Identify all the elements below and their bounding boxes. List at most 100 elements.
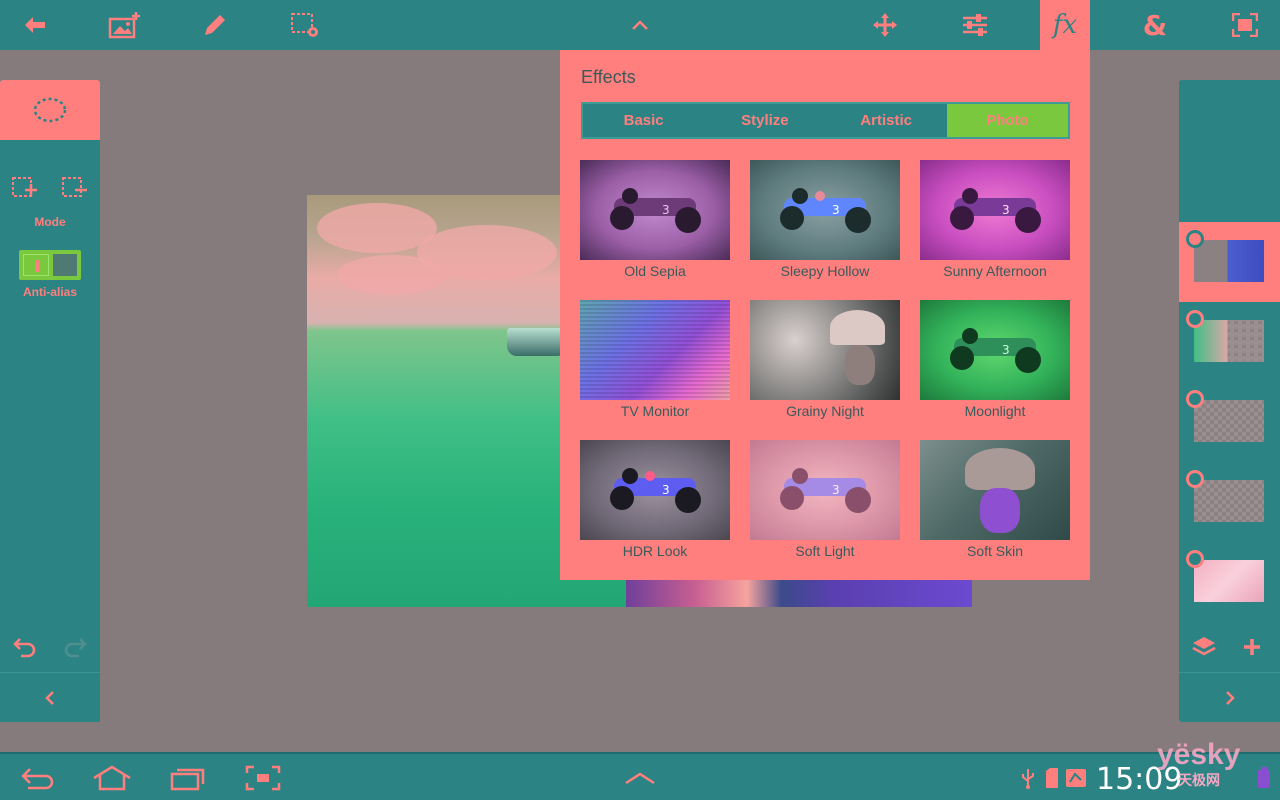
tab-stylize[interactable]: Stylize xyxy=(704,104,825,137)
battery-icon xyxy=(1254,754,1274,800)
subtract-selection-icon[interactable] xyxy=(60,172,90,202)
fit-screen-icon[interactable] xyxy=(1220,0,1270,50)
anti-alias-label: Anti-alias xyxy=(22,285,77,299)
ampersand-icon[interactable]: & xyxy=(1130,0,1180,50)
effect-preview: 3 xyxy=(580,160,730,260)
layer-item[interactable] xyxy=(1179,222,1280,302)
effect-old-sepia[interactable]: 3 Old Sepia xyxy=(580,160,730,279)
boat xyxy=(507,328,567,356)
effect-preview: 3 xyxy=(920,300,1070,400)
effect-preview xyxy=(580,300,730,400)
effect-hdr-look[interactable]: 3 HDR Look xyxy=(580,440,730,559)
system-chevron-up-icon[interactable] xyxy=(620,754,660,800)
collapse-left-panel-button[interactable] xyxy=(0,672,100,722)
fx-label: fx xyxy=(1052,10,1078,40)
layer-thumbnail xyxy=(1194,320,1264,362)
fx-icon[interactable]: fx xyxy=(1040,0,1090,50)
add-selection-icon[interactable] xyxy=(10,172,40,202)
effect-label: TV Monitor xyxy=(620,403,690,419)
effect-preview: 3 xyxy=(750,160,900,260)
layer-visibility-dot[interactable] xyxy=(1186,470,1204,488)
add-layer-icon[interactable] xyxy=(1237,632,1267,662)
canvas-second-layer[interactable] xyxy=(626,580,972,607)
move-icon[interactable] xyxy=(860,0,910,50)
mode-label: Mode xyxy=(34,215,66,229)
effect-label: Sunny Afternoon xyxy=(943,263,1047,279)
back-arrow-icon[interactable] xyxy=(10,0,60,50)
effect-sleepy-hollow[interactable]: 3 Sleepy Hollow xyxy=(750,160,900,279)
ampersand-label: & xyxy=(1142,8,1168,42)
layer-visibility-dot[interactable] xyxy=(1186,310,1204,328)
chevron-left-icon xyxy=(45,690,54,705)
layer-item[interactable] xyxy=(1179,542,1280,622)
effect-label: Sleepy Hollow xyxy=(780,263,870,279)
layer-thumbnail xyxy=(1194,240,1264,282)
effect-preview: 3 xyxy=(750,440,900,540)
effect-label: Moonlight xyxy=(964,403,1026,419)
sliders-icon[interactable] xyxy=(950,0,1000,50)
svg-text:3: 3 xyxy=(662,203,670,217)
effect-soft-skin[interactable]: Soft Skin xyxy=(920,440,1070,559)
add-image-icon[interactable] xyxy=(100,0,150,50)
svg-text:3: 3 xyxy=(1002,203,1010,217)
layer-item[interactable] xyxy=(1179,382,1280,462)
effect-sunny-afternoon[interactable]: 3 Sunny Afternoon xyxy=(920,160,1070,279)
effect-label: Old Sepia xyxy=(624,263,686,279)
effect-soft-light[interactable]: 3 Soft Light xyxy=(750,440,900,559)
chevron-right-icon xyxy=(1225,690,1235,705)
effect-label: Soft Skin xyxy=(966,543,1024,559)
svg-text:3: 3 xyxy=(662,483,670,497)
effect-tv-monitor[interactable]: TV Monitor xyxy=(580,300,730,419)
effects-panel: Effects Basic Stylize Artistic Photo 3 O… xyxy=(560,50,1090,580)
tab-artistic[interactable]: Artistic xyxy=(826,104,947,137)
sd-card-icon xyxy=(1042,754,1062,800)
effect-preview: 3 xyxy=(920,160,1070,260)
selection-settings-icon[interactable] xyxy=(280,0,330,50)
ellipse-select-icon xyxy=(33,97,67,123)
chevron-up-icon[interactable] xyxy=(615,0,665,50)
layer-thumbnail xyxy=(1194,400,1264,442)
undo-icon[interactable] xyxy=(10,632,40,662)
effect-label: Soft Light xyxy=(795,543,855,559)
layer-item[interactable] xyxy=(1179,302,1280,382)
tab-photo[interactable]: Photo xyxy=(946,104,1068,137)
watermark-subtitle: 天极网 xyxy=(1178,772,1220,788)
tab-basic[interactable]: Basic xyxy=(583,104,704,137)
effect-preview xyxy=(750,300,900,400)
toggle-off-knob xyxy=(53,254,77,276)
collapse-right-panel-button[interactable] xyxy=(1179,672,1280,722)
layer-thumbnail xyxy=(1194,560,1264,602)
effects-title: Effects xyxy=(581,67,636,87)
svg-text:3: 3 xyxy=(832,483,840,497)
selection-tool-panel: Mode Anti-alias xyxy=(0,80,100,722)
anti-alias-toggle[interactable] xyxy=(19,250,81,280)
toggle-on-knob xyxy=(23,254,49,276)
ellipse-select-button[interactable] xyxy=(0,80,100,140)
effect-label: HDR Look xyxy=(622,543,688,559)
layer-item[interactable] xyxy=(1179,462,1280,542)
effect-grainy-night[interactable]: Grainy Night xyxy=(750,300,900,419)
effect-moonlight[interactable]: 3 Moonlight xyxy=(920,300,1070,419)
system-back-icon[interactable] xyxy=(18,754,58,800)
layer-visibility-dot[interactable] xyxy=(1186,550,1204,568)
redo-icon[interactable] xyxy=(60,632,90,662)
effect-preview: 3 xyxy=(580,440,730,540)
watermark-logo: yësky xyxy=(1157,738,1241,771)
top-toolbar: fx & xyxy=(0,0,1280,50)
notification-icon xyxy=(1064,754,1088,800)
pencil-icon[interactable] xyxy=(190,0,240,50)
layers-icon[interactable] xyxy=(1189,632,1219,662)
system-navigation-bar: 15:09 xyxy=(0,752,1280,800)
effect-preview xyxy=(920,440,1070,540)
system-screenshot-icon[interactable] xyxy=(244,754,282,800)
system-recent-apps-icon[interactable] xyxy=(168,754,208,800)
svg-text:3: 3 xyxy=(1002,343,1010,357)
system-home-icon[interactable] xyxy=(90,754,134,800)
layer-visibility-dot[interactable] xyxy=(1186,230,1204,248)
effects-tabs: Basic Stylize Artistic Photo xyxy=(581,102,1070,139)
layer-visibility-dot[interactable] xyxy=(1186,390,1204,408)
svg-text:3: 3 xyxy=(832,203,840,217)
effect-label: Grainy Night xyxy=(786,403,864,419)
usb-icon xyxy=(1016,754,1040,800)
layers-panel xyxy=(1179,80,1280,722)
